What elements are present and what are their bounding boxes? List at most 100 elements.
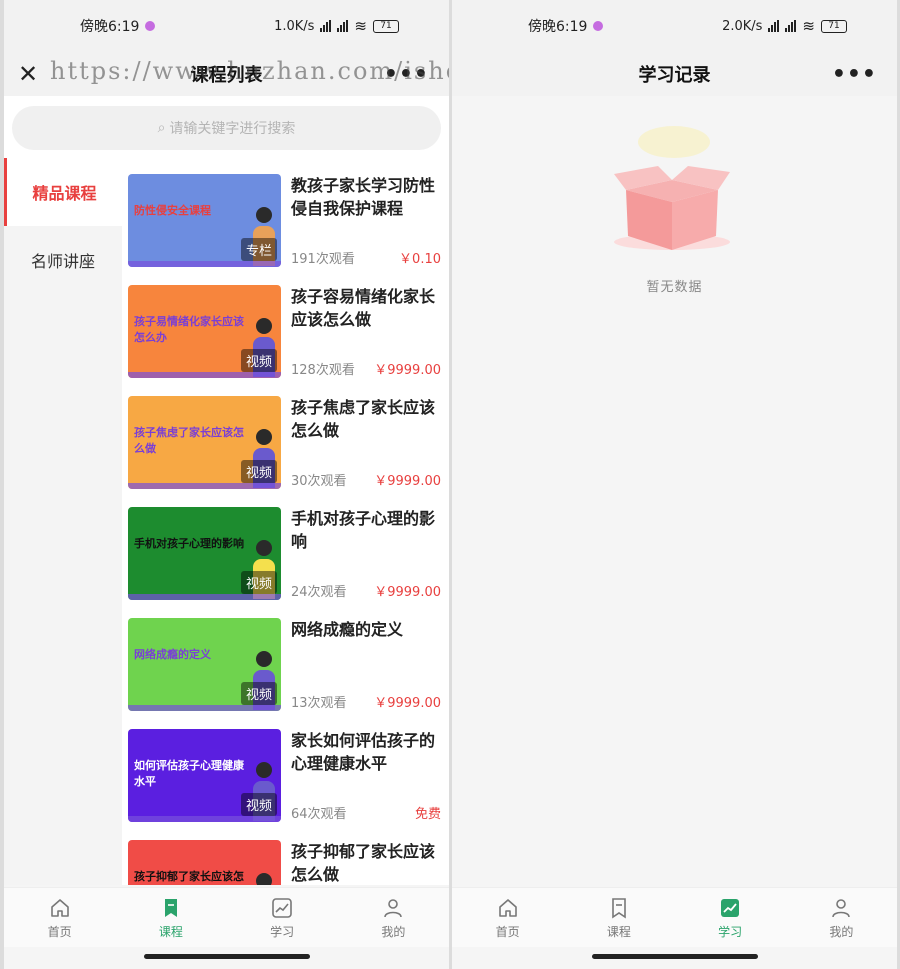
view-count: 64次观看 [291,807,347,822]
bookmark-icon [612,897,626,918]
course-title[interactable]: 家长如何评估孩子的心理健康水平 [291,729,443,775]
bookmark-icon [164,898,177,917]
tab-home[interactable]: 首页 [452,888,563,947]
signal-icon [768,20,780,32]
nav-bar: ✕ 课程列表 ••• [4,52,449,96]
tab-label: 首页 [495,924,520,939]
course-price: ￥9999.00 [374,474,441,489]
signal-icon [320,20,332,32]
course-title[interactable]: 孩子焦虑了家长应该怎么做 [291,396,443,442]
course-type-tag: 视频 [240,571,277,594]
notification-dot-icon [593,21,604,31]
more-icon[interactable]: ••• [832,62,877,87]
thumbnail-text: 孩子抑郁了家长应该怎么做 [134,870,244,883]
course-type-tag: 视频 [240,349,277,372]
signal-icon-2 [337,20,349,32]
search-input[interactable]: ⌕ 请输关键字进行搜索 [12,106,441,150]
view-count: 24次观看 [291,585,347,600]
course-type-tag: 视频 [240,793,277,816]
course-title[interactable]: 手机对孩子心理的影响 [291,507,443,553]
course-type-tag: 视频 [240,460,277,483]
tab-label: 课程 [606,924,631,939]
tab-bookmark[interactable]: 课程 [563,888,674,947]
category-item[interactable]: 精品课程 [4,158,122,226]
battery-icon: 71 [821,19,847,33]
home-indicator [144,954,310,959]
thumbnail-text: 孩子焦虑了家长应该怎么做 [134,426,244,455]
course-type-tag: 专栏 [240,238,277,261]
home-icon [50,898,69,917]
course-thumbnail[interactable]: 孩子抑郁了家长应该怎么做视频 [128,840,281,885]
view-count: 191次观看 [291,252,355,267]
category-sidebar: 精品课程 名师讲座 [4,158,122,885]
course-item[interactable]: 孩子易情绪化家长应该怎么办 视频 孩子容易情绪化家长应该怎么做 128次观看 ￥9999… [128,285,443,396]
wifi-icon: ≋ [802,17,815,35]
course-thumbnail[interactable]: 孩子焦虑了家长应该怎么做视频 [128,396,281,489]
view-count: 128次观看 [291,363,355,378]
tab-label: 首页 [47,924,72,939]
thumbnail-text: 防性侵安全课程 [134,204,211,217]
thumbnail-text: 如何评估孩子心理健康水平 [134,759,244,788]
view-count: 30次观看 [291,474,347,489]
tab-home[interactable]: 首页 [4,888,115,947]
tab-chart[interactable]: 学习 [675,888,786,947]
tab-user[interactable]: 我的 [338,888,449,947]
more-icon[interactable]: ••• [384,62,429,87]
search-bar: ⌕ 请输关键字进行搜索 [4,96,449,158]
status-time: 傍晚6:19 [528,19,588,35]
person-illustration-icon [249,873,279,885]
empty-box-icon [614,126,730,250]
course-item[interactable]: 手机对孩子心理的影响 视频 手机对孩子心理的影响 24次观看 ￥9999.00 [128,507,443,618]
thumbnail-text: 手机对孩子心理的影响 [134,537,244,550]
nav-bar: 学习记录 ••• [452,52,897,96]
tab-bookmark[interactable]: 课程 [115,888,226,947]
tab-label: 学习 [718,924,743,939]
page-title: 学习记录 [638,65,711,86]
course-title[interactable]: 孩子容易情绪化家长应该怎么做 [291,285,443,331]
course-title[interactable]: 孩子抑郁了家长应该怎么做 [291,840,443,885]
tab-bar: 首页 课程 学习 我的 [452,887,897,947]
empty-text: 暂无数据 [646,280,703,295]
course-type-tag: 视频 [240,682,277,705]
course-price: 免费 [414,807,441,822]
wifi-icon: ≋ [354,17,367,35]
chart-icon [272,897,292,918]
home-indicator [592,954,758,959]
thumbnail-text: 网络成瘾的定义 [134,648,211,661]
course-price: ￥9999.00 [374,696,441,711]
course-thumbnail[interactable]: 孩子易情绪化家长应该怎么办 视频 [128,285,281,378]
tab-label: 课程 [158,924,183,939]
user-icon [384,898,403,917]
course-title[interactable]: 网络成瘾的定义 [291,618,443,641]
close-icon[interactable]: ✕ [18,60,38,88]
page-title: 课程列表 [190,65,263,86]
course-thumbnail[interactable]: 防性侵安全课程专栏 [128,174,281,267]
course-item[interactable]: 如何评估孩子心理健康水平视频 家长如何评估孩子的心理健康水平 64次观看 免费 [128,729,443,840]
course-list-screen: 傍晚6:19 1.0K/s ≋ 71 ✕ 课程列表 ••• ⌕ 请输关键字进行搜… [4,0,449,969]
status-bar: 傍晚6:19 2.0K/s ≋ 71 [452,0,897,52]
course-list: 防性侵安全课程 专栏 教孩子家长学习防性侵自我保护课程 191次观看 ￥0.10 孩子易情… [122,158,449,885]
status-time: 傍晚6:19 [80,19,140,35]
course-title[interactable]: 教孩子家长学习防性侵自我保护课程 [291,174,443,220]
category-item[interactable]: 名师讲座 [4,226,122,294]
search-placeholder: 请输关键字进行搜索 [169,121,296,137]
tab-label: 学习 [270,924,295,939]
chart-icon [721,898,740,917]
course-price: ￥9999.00 [374,585,441,600]
tab-user[interactable]: 我的 [786,888,897,947]
search-icon: ⌕ [157,120,166,136]
course-item[interactable]: 防性侵安全课程 专栏 教孩子家长学习防性侵自我保护课程 191次观看 ￥0.10 [128,174,443,285]
course-price: ￥9999.00 [374,363,441,378]
signal-icon-2 [785,20,797,32]
course-item[interactable]: 孩子抑郁了家长应该怎么做视频孩子抑郁了家长应该怎么做 [128,840,443,885]
tab-label: 我的 [381,924,406,939]
course-thumbnail[interactable]: 网络成瘾的定义视频 [128,618,281,711]
tab-chart[interactable]: 学习 [227,888,338,947]
network-speed: 2.0K/s [722,18,763,34]
course-item[interactable]: 网络成瘾的定义 视频 网络成瘾的定义 13次观看 ￥9999.00 [128,618,443,729]
empty-state: 暂无数据 [452,96,897,888]
tab-label: 我的 [829,924,854,939]
course-thumbnail[interactable]: 如何评估孩子心理健康水平视频 [128,729,281,822]
course-thumbnail[interactable]: 手机对孩子心理的影响视频 [128,507,281,600]
course-item[interactable]: 孩子焦虑了家长应该怎么做 视频 孩子焦虑了家长应该怎么做 30次观看 ￥9999.00 [128,396,443,507]
